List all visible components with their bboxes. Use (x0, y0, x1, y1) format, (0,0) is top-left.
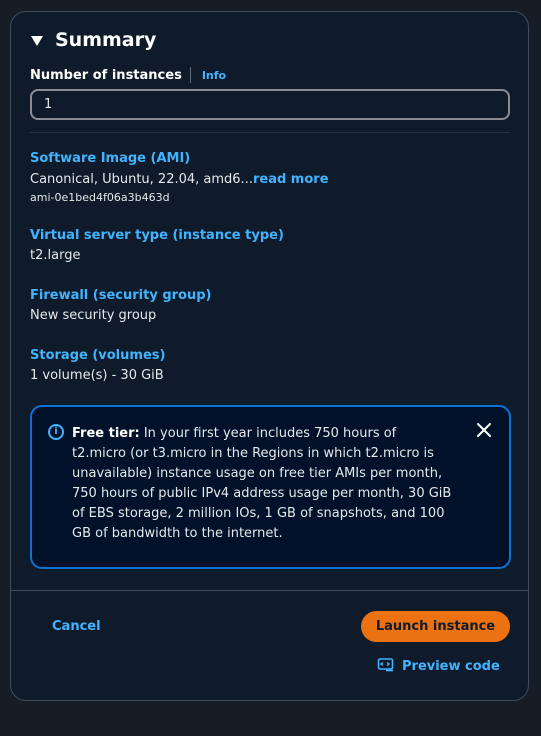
preview-code-button[interactable]: Preview code (377, 657, 500, 675)
footer-divider (11, 590, 528, 591)
firewall-title-link[interactable]: Firewall (security group) (30, 288, 211, 303)
instances-label-row: Number of instances Info (30, 67, 226, 83)
instances-label: Number of instances (30, 67, 182, 83)
preview-code-label: Preview code (402, 658, 500, 674)
instances-input[interactable]: 1 (30, 89, 510, 120)
caret-down-icon[interactable] (31, 36, 43, 46)
alert-text: Free tier: In your first year includes 7… (72, 424, 452, 544)
info-link[interactable]: Info (202, 69, 226, 82)
info-icon: i (48, 424, 64, 440)
label-separator (189, 67, 191, 83)
storage-value: 1 volume(s) - 30 GiB (30, 368, 164, 383)
ami-id: ami-0e1bed4f06a3b463d (30, 191, 170, 204)
instances-input-value: 1 (44, 97, 53, 112)
ami-title-link[interactable]: Software Image (AMI) (30, 151, 190, 166)
code-icon (377, 658, 394, 672)
summary-header[interactable]: Summary (31, 29, 156, 51)
instance-type-value: t2.large (30, 248, 81, 263)
cancel-button[interactable]: Cancel (52, 619, 101, 634)
firewall-value: New security group (30, 308, 157, 323)
ami-value-text: Canonical, Ubuntu, 22.04, amd6... (30, 172, 253, 187)
close-icon[interactable] (475, 421, 493, 439)
storage-title-link[interactable]: Storage (volumes) (30, 348, 165, 363)
section-divider (30, 132, 510, 133)
summary-panel: Summary Number of instances Info 1 Softw… (10, 11, 529, 701)
alert-body: In your first year includes 750 hours of… (72, 426, 452, 541)
free-tier-alert: i Free tier: In your first year includes… (30, 405, 511, 569)
read-more-link[interactable]: read more (253, 172, 329, 187)
launch-instance-button[interactable]: Launch instance (361, 611, 510, 642)
summary-title: Summary (55, 29, 157, 51)
ami-value: Canonical, Ubuntu, 22.04, amd6...read mo… (30, 172, 329, 187)
instance-type-title-link[interactable]: Virtual server type (instance type) (30, 228, 284, 243)
alert-bold: Free tier: (72, 426, 140, 441)
